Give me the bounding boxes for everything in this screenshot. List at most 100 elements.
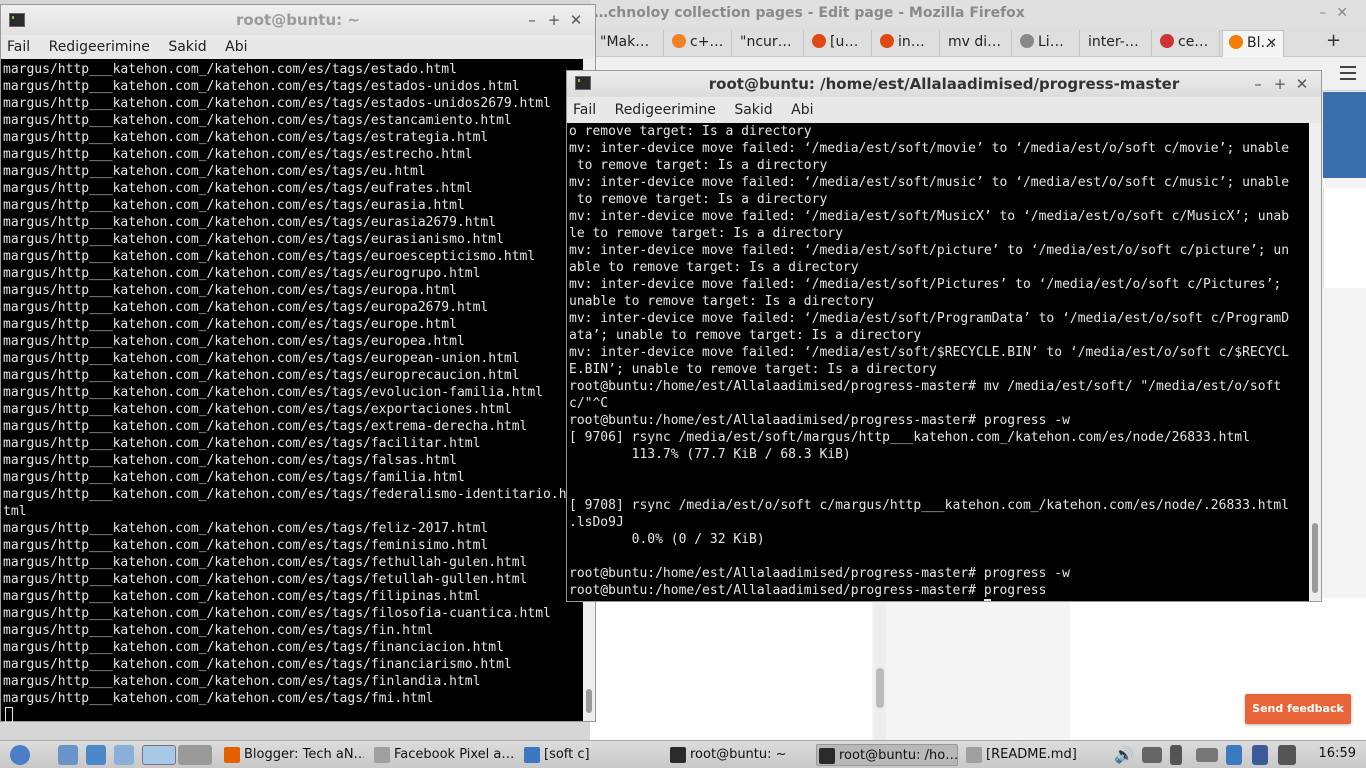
terminal-line: margus/http___katehon.com_/katehon.com/e…: [3, 96, 551, 111]
workspace-2[interactable]: [178, 745, 212, 765]
terminal-line: margus/http___katehon.com_/katehon.com/e…: [3, 470, 465, 485]
window-controls[interactable]: – + ✕: [1247, 71, 1313, 97]
terminal-window-home[interactable]: root@buntu: ~ – + ✕ Fail Redigeerimine Sak…: [0, 4, 596, 723]
terminal-line: to remove target: Is a directory: [569, 158, 828, 173]
taskbar-window-button[interactable]: root@buntu: /ho…: [816, 744, 958, 766]
taskbar-window-label: Facebook Pixel a…: [394, 747, 514, 762]
taskbar-window-label: [README.md]: [986, 747, 1077, 762]
terminal-line: to remove target: Is a directory: [569, 192, 828, 207]
workspace-1[interactable]: [142, 745, 176, 765]
terminal-icon: [670, 747, 686, 763]
terminal-line: margus/http___katehon.com_/katehon.com/e…: [3, 79, 520, 94]
menu-tabs[interactable]: Sakid: [168, 39, 206, 55]
keyboard-icon[interactable]: [1196, 748, 1218, 762]
window-switcher-icon[interactable]: [114, 745, 134, 765]
tab-label: Li…: [1038, 34, 1064, 50]
update-icon[interactable]: [1226, 745, 1242, 765]
taskbar-window-button[interactable]: Facebook Pixel a…: [372, 744, 514, 766]
menu-edit[interactable]: Redigeerimine: [49, 39, 150, 55]
menu-tabs[interactable]: Sakid: [734, 102, 772, 118]
battery-icon[interactable]: [1170, 745, 1182, 765]
terminal-line: margus/http___katehon.com_/katehon.com/e…: [3, 232, 504, 247]
terminal-line: margus/http___katehon.com_/katehon.com/e…: [3, 538, 489, 553]
firefox-tab[interactable]: Li…: [1014, 30, 1080, 57]
tab-label: mv di…: [948, 34, 1002, 50]
firefox-tab[interactable]: [u…: [806, 30, 872, 57]
terminal-title-bar: root@buntu: ~ – + ✕: [1, 5, 595, 35]
new-tab-icon[interactable]: +: [1326, 30, 1341, 51]
hamburger-menu-icon[interactable]: [1340, 66, 1356, 80]
clock[interactable]: 16:59: [1319, 746, 1356, 761]
terminal-scrollbar[interactable]: [1309, 123, 1321, 601]
terminal-line: margus/http___katehon.com_/katehon.com/e…: [3, 521, 489, 536]
terminal-line: margus/http___katehon.com_/katehon.com/e…: [3, 283, 457, 298]
terminal-line: margus/http___katehon.com_/katehon.com/e…: [3, 62, 457, 77]
terminal-line: root@buntu:/home/est/Allalaadimised/prog…: [569, 583, 1047, 598]
terminal-line: margus/http___katehon.com_/katehon.com/e…: [3, 215, 497, 230]
terminal-line: margus/http___katehon.com_/katehon.com/e…: [3, 640, 504, 655]
send-feedback-button[interactable]: Send feedback: [1245, 694, 1351, 724]
linux-icon: [1020, 34, 1034, 48]
terminal-line: mv: inter-device move failed: ‘/media/es…: [569, 209, 1290, 224]
firefox-tab[interactable]: inter-…: [1082, 30, 1152, 57]
terminal-line: margus/http___katehon.com_/katehon.com/e…: [3, 436, 481, 451]
menu-help[interactable]: Abi: [791, 102, 813, 118]
taskbar-window-button[interactable]: [soft c]: [522, 744, 656, 766]
taskbar-window-button[interactable]: root@buntu: ~: [668, 744, 808, 766]
menu-file[interactable]: Fail: [7, 39, 30, 55]
taskbar-window-button[interactable]: Blogger: Tech aN…: [222, 744, 364, 766]
network-icon[interactable]: [1252, 745, 1268, 765]
blogger-icon: [1229, 35, 1243, 49]
terminal-line: margus/http___katehon.com_/katehon.com/e…: [3, 164, 426, 179]
firefox-tab[interactable]: c+…: [666, 30, 732, 57]
terminal-line: mv: inter-device move failed: ‘/media/es…: [569, 141, 1290, 156]
volume-icon[interactable]: 🔊: [1114, 745, 1134, 765]
close-tab-icon[interactable]: ✕: [1266, 31, 1277, 56]
tab-label: [u…: [830, 34, 859, 50]
taskbar-window-label: Blogger: Tech aN…: [244, 747, 364, 762]
start-menu-icon[interactable]: [10, 745, 30, 765]
terminal-line: o remove target: Is a directory: [569, 124, 812, 139]
show-desktop-icon[interactable]: [58, 745, 78, 765]
window-controls[interactable]: – + ✕: [521, 5, 587, 35]
terminal-line: margus/http___katehon.com_/katehon.com/e…: [3, 555, 528, 570]
terminal-line: 113.7% (77.7 KiB / 68.3 KiB): [569, 447, 851, 462]
firefox-tab[interactable]: Bl… ✕: [1222, 30, 1284, 57]
terminal-line: tml: [3, 504, 27, 519]
terminal-title: root@buntu: /home/est/Allalaadimised/pro…: [708, 75, 1180, 93]
terminal-line: margus/http___katehon.com_/katehon.com/e…: [3, 181, 473, 196]
terminal-line: unable to remove target: Is a directory: [569, 294, 875, 309]
terminal-line: mv: inter-device move failed: ‘/media/es…: [569, 277, 1282, 292]
terminal-prompt-line[interactable]: root@buntu:/home/est/Allalaadimised/prog…: [569, 599, 1309, 601]
terminal-line: root@buntu:/home/est/Allalaadimised/prog…: [569, 566, 1070, 581]
firefox-tab-strip: "Mak… c+… "ncur… [u… in… mv di… Li… inter-… ce… B…: [590, 27, 1366, 57]
terminal-output[interactable]: o remove target: Is a directory mv: inter…: [569, 123, 1309, 601]
firefox-tab[interactable]: mv di…: [942, 30, 1012, 57]
firefox-tab[interactable]: in…: [874, 30, 940, 57]
firefox-tab[interactable]: ce…: [1154, 30, 1220, 57]
window-controls[interactable]: –✕: [1319, 0, 1358, 26]
ubuntu-icon: [812, 34, 826, 48]
terminal-line: margus/http___katehon.com_/katehon.com/e…: [3, 657, 512, 672]
page-scrollbar[interactable]: [874, 598, 886, 740]
screenshot-icon[interactable]: [1278, 745, 1296, 765]
menu-file[interactable]: Fail: [573, 102, 596, 118]
tab-label: ce…: [1178, 34, 1209, 50]
keyboard-layout-icon[interactable]: [1142, 747, 1162, 763]
terminal-line: margus/http___katehon.com_/katehon.com/e…: [3, 623, 434, 638]
terminal-line: [ 9706] rsync /media/est/soft/margus/htt…: [569, 430, 1250, 445]
terminal-window-progress[interactable]: root@buntu: /home/est/Allalaadimised/pro…: [566, 70, 1322, 602]
menu-help[interactable]: Abi: [225, 39, 247, 55]
firefox-tab[interactable]: "ncur…: [734, 30, 804, 57]
terminal-output[interactable]: margus/http___katehon.com_/katehon.com/e…: [3, 61, 585, 723]
terminal-menu-bar: Fail Redigeerimine Sakid Abi: [1, 35, 595, 59]
menu-edit[interactable]: Redigeerimine: [615, 102, 716, 118]
firefox-tab[interactable]: "Mak…: [594, 30, 664, 57]
app-launcher-icon[interactable]: [86, 745, 106, 765]
chart-icon: [1160, 34, 1174, 48]
terminal-cursor: [5, 707, 13, 723]
taskbar-window-button[interactable]: [README.md]: [964, 744, 1104, 766]
tab-label: in…: [898, 34, 925, 50]
tab-label: c+…: [690, 34, 724, 50]
terminal-line: margus/http___katehon.com_/katehon.com/e…: [3, 453, 457, 468]
